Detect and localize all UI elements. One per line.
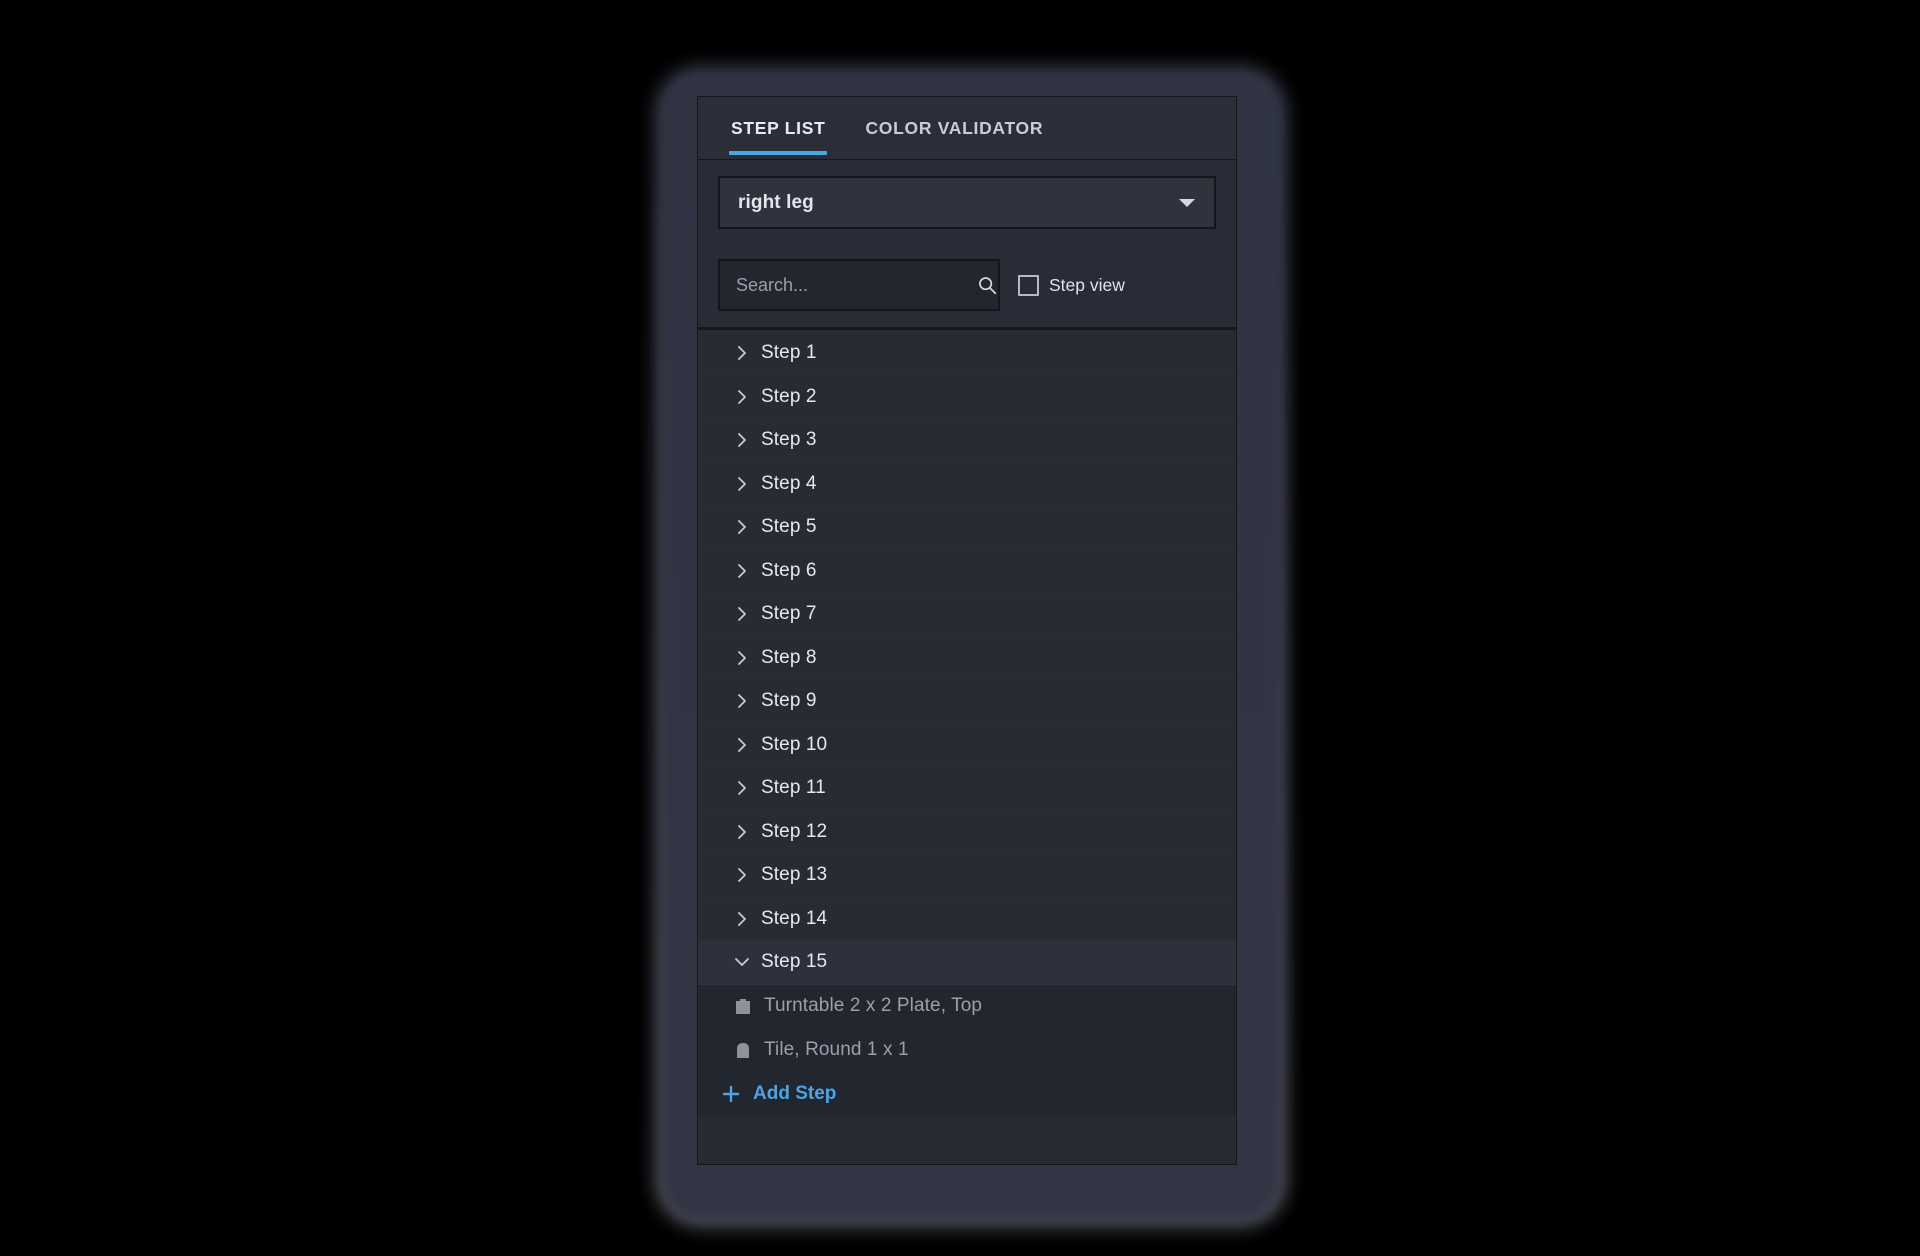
chevron-right-icon[interactable] <box>733 606 751 622</box>
step-row-label: Step 3 <box>761 429 817 451</box>
step-row-label: Step 5 <box>761 516 817 538</box>
model-selector-section: right leg <box>698 159 1236 247</box>
part-row-label: Tile, Round 1 x 1 <box>764 1038 909 1060</box>
step-row-label: Step 15 <box>761 951 828 973</box>
step-row[interactable]: Step 11 <box>698 767 1236 811</box>
tab-active-indicator <box>729 151 828 155</box>
step-row-label: Step 4 <box>761 472 817 494</box>
add-step-button[interactable]: Add Step <box>698 1071 1236 1117</box>
tab-step-list[interactable]: STEP LIST <box>729 97 828 159</box>
step-row[interactable]: Step 6 <box>698 550 1236 594</box>
chevron-right-icon[interactable] <box>733 519 751 535</box>
step-row-label: Step 1 <box>761 342 817 364</box>
step-row-label: Step 14 <box>761 907 828 929</box>
round-part-icon <box>737 1042 749 1058</box>
step-row-label: Step 2 <box>761 385 817 407</box>
brick-part-icon <box>736 999 750 1015</box>
tab-bar: STEP LIST COLOR VALIDATOR <box>698 97 1236 159</box>
search-input[interactable] <box>736 274 968 296</box>
checkbox-box-icon[interactable] <box>1018 274 1039 296</box>
step-row[interactable]: Step 1 <box>698 332 1236 376</box>
chevron-right-icon[interactable] <box>733 824 751 840</box>
chevron-right-icon[interactable] <box>733 650 751 666</box>
step-row-label: Step 6 <box>761 559 817 581</box>
chevron-right-icon[interactable] <box>733 563 751 579</box>
step-row[interactable]: Step 3 <box>698 419 1236 463</box>
chevron-right-icon[interactable] <box>733 780 751 796</box>
add-step-label: Add Step <box>753 1083 837 1104</box>
step-row-label: Step 11 <box>761 777 826 799</box>
plus-icon <box>722 1085 740 1103</box>
part-row[interactable]: Turntable 2 x 2 Plate, Top <box>698 984 1236 1028</box>
model-select-value: right leg <box>738 191 814 213</box>
chevron-right-icon[interactable] <box>733 432 751 448</box>
step-row[interactable]: Step 13 <box>698 854 1236 898</box>
step-row[interactable]: Step 5 <box>698 506 1236 550</box>
chevron-down-icon[interactable] <box>733 957 751 967</box>
step-row[interactable]: Step 14 <box>698 898 1236 942</box>
step-row[interactable]: Step 8 <box>698 637 1236 681</box>
search-field[interactable] <box>718 259 1000 311</box>
search-row: Step view <box>698 247 1236 330</box>
chevron-right-icon[interactable] <box>733 867 751 883</box>
step-row[interactable]: Step 15 <box>698 941 1236 985</box>
step-list-panel: STEP LIST COLOR VALIDATOR right leg Sear… <box>697 96 1237 1165</box>
screen: STEP LIST COLOR VALIDATOR right leg Sear… <box>0 0 1920 1256</box>
step-row[interactable]: Step 4 <box>698 463 1236 507</box>
step-row[interactable]: Step 7 <box>698 593 1236 637</box>
step-view-checkbox[interactable]: Step view <box>1018 274 1125 296</box>
chevron-right-icon[interactable] <box>733 345 751 361</box>
chevron-right-icon[interactable] <box>733 911 751 927</box>
step-row-label: Step 9 <box>761 690 817 712</box>
chevron-right-icon[interactable] <box>733 693 751 709</box>
step-row[interactable]: Step 10 <box>698 724 1236 768</box>
part-row-label: Turntable 2 x 2 Plate, Top <box>764 995 983 1017</box>
step-row-label: Step 12 <box>761 820 828 842</box>
chevron-right-icon[interactable] <box>733 389 751 405</box>
tab-color-validator[interactable]: COLOR VALIDATOR <box>863 97 1045 159</box>
part-row[interactable]: Tile, Round 1 x 1 <box>698 1028 1236 1072</box>
tab-step-list-label: STEP LIST <box>731 117 826 138</box>
step-row[interactable]: Step 9 <box>698 680 1236 724</box>
chevron-down-icon <box>1179 198 1195 207</box>
chevron-right-icon[interactable] <box>733 476 751 492</box>
step-row-label: Step 7 <box>761 603 817 625</box>
step-view-label: Step view <box>1049 274 1125 295</box>
search-icon[interactable] <box>976 274 998 296</box>
step-row-label: Step 10 <box>761 733 828 755</box>
step-row[interactable]: Step 2 <box>698 376 1236 420</box>
tab-color-validator-label: COLOR VALIDATOR <box>865 117 1044 138</box>
step-row-label: Step 8 <box>761 646 817 668</box>
step-list[interactable]: Step 1 Step 2 Step 3 Step 4 Step 5 Step 6 Step… <box>698 330 1236 1164</box>
model-select[interactable]: right leg <box>718 176 1216 229</box>
chevron-right-icon[interactable] <box>733 737 751 753</box>
step-row[interactable]: Step 12 <box>698 811 1236 855</box>
step-row-label: Step 13 <box>761 864 828 886</box>
